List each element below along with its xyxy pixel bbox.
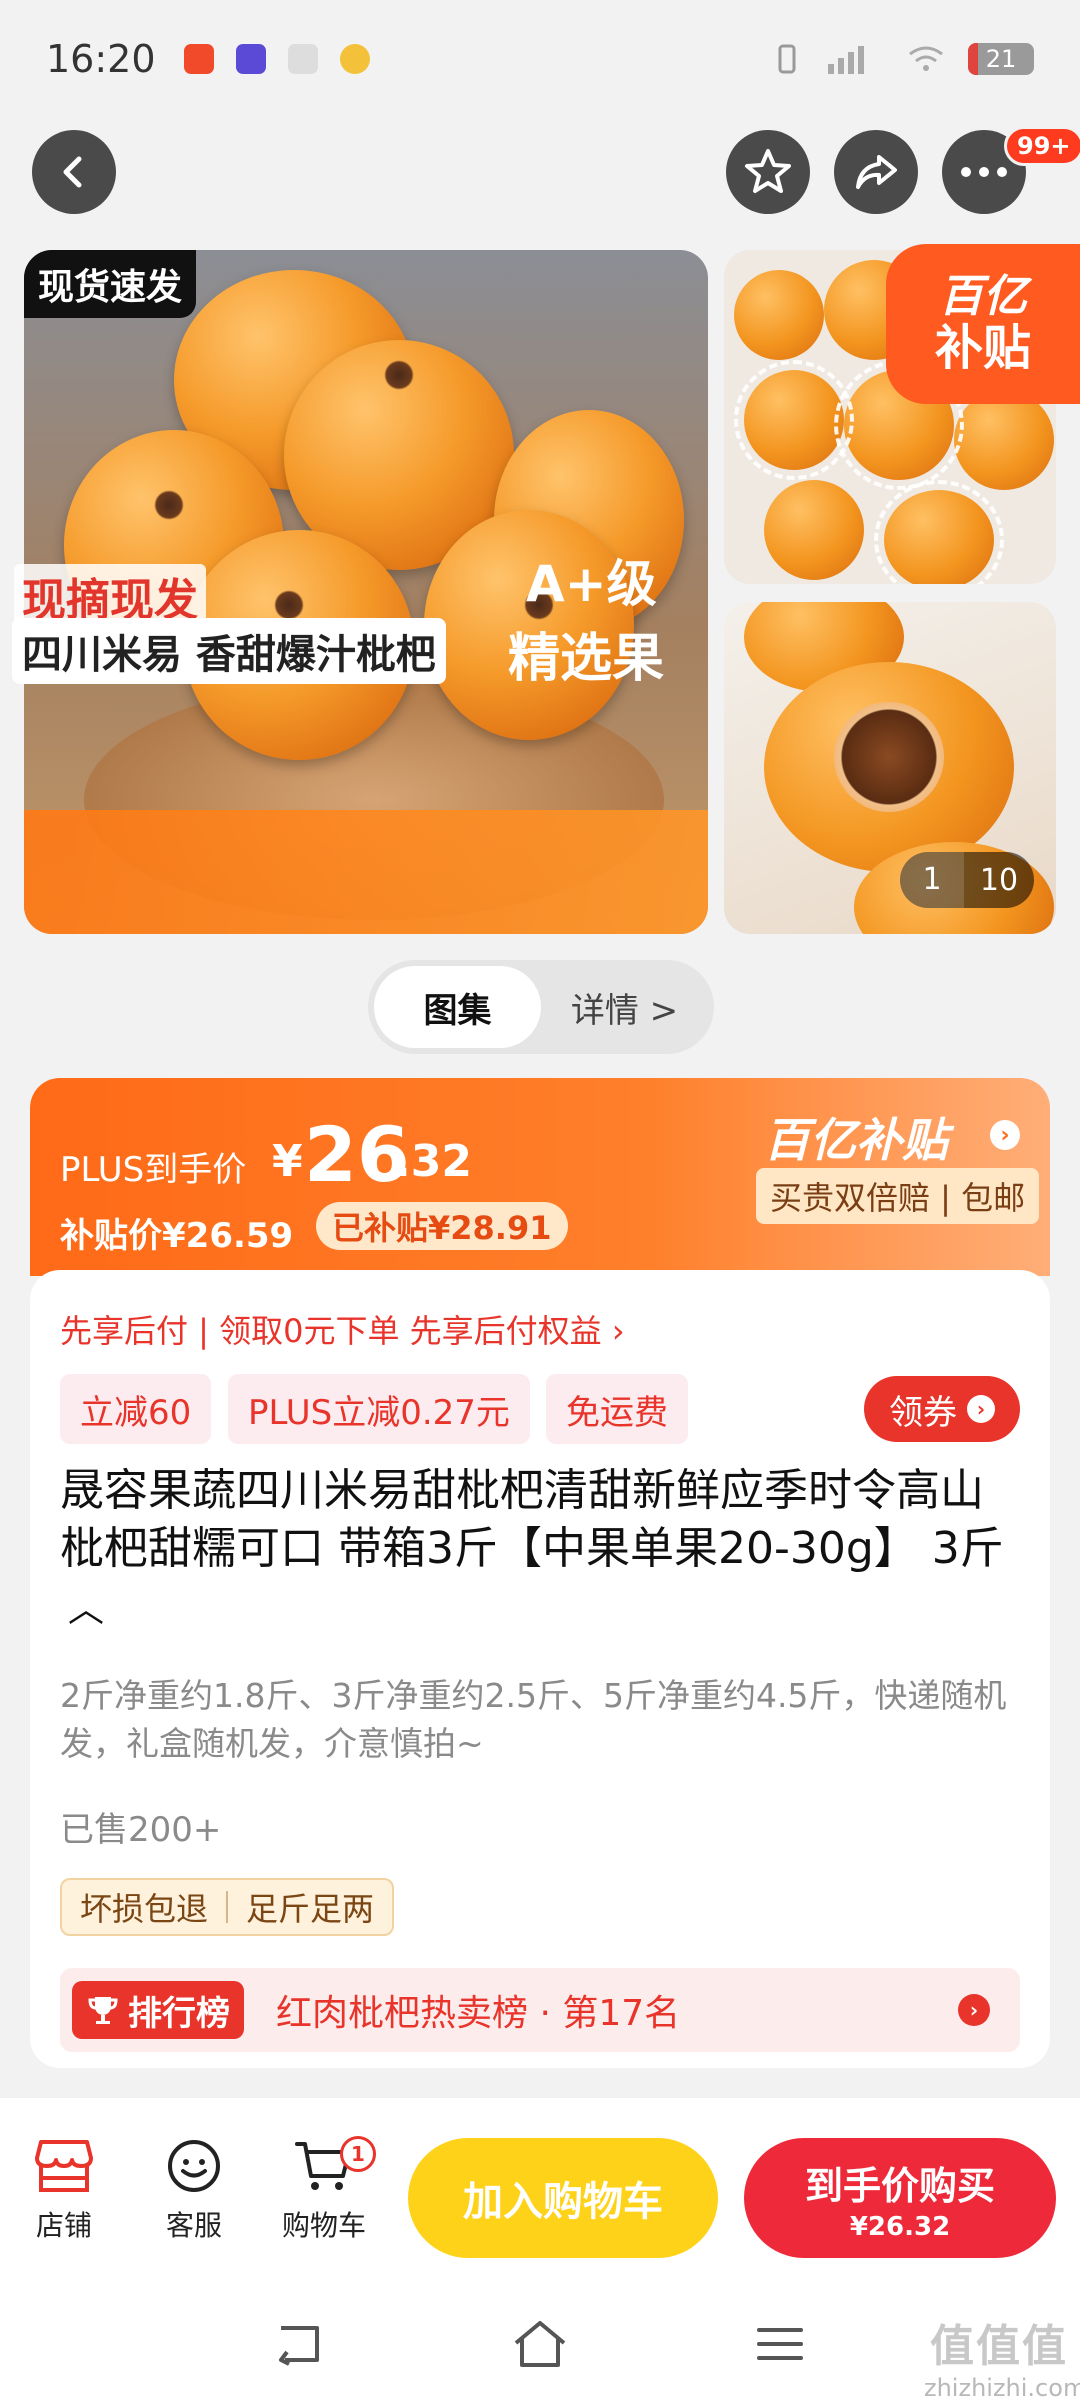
notification-app-icon [183, 44, 214, 74]
subsidy-corner-badge: 百亿 补贴 [886, 244, 1080, 404]
subsidy-corner-line2: 补贴 [934, 319, 1031, 376]
chevron-right-icon: › [958, 1994, 990, 2026]
buy-now-price: ¥26.32 [849, 2211, 951, 2242]
gallery-counter-total: 10 [979, 862, 1019, 898]
back-button[interactable] [32, 130, 116, 214]
ranking-tag-label: 排行榜 [128, 1993, 230, 2034]
subsidy-brand-logo[interactable]: 百亿补贴 [764, 1104, 948, 1170]
store-label: 店铺 [35, 2209, 92, 2242]
media-tabs: 图集 详情 > [368, 960, 714, 1054]
customer-service-label: 客服 [165, 2209, 222, 2242]
subsidy-guarantee-tags: 买贵双倍赔 | 包邮 [756, 1168, 1040, 1224]
pay-later-link[interactable]: 先享后付 | 领取0元下单 先享后付权益 › [60, 1306, 625, 1352]
product-title[interactable]: 晟容果蔬四川米易甜枇杷清甜新鲜应季时令高山枇杷甜糯可口 带箱3斤【中果单果20-… [60, 1462, 1026, 1639]
tab-gallery[interactable]: 图集 [374, 966, 541, 1048]
coupon-label: 领券 [889, 1392, 957, 1433]
chevron-right-icon[interactable]: › [990, 1120, 1020, 1150]
menu-icon [757, 2328, 803, 2360]
trophy-icon [88, 1997, 118, 2024]
watermark-logo: 值值值 [930, 2321, 1068, 2372]
buy-now-button[interactable]: 到手价购买 ¥26.32 [744, 2138, 1056, 2258]
price-currency: ¥ [272, 1136, 303, 1187]
tab-details[interactable]: 详情 > [541, 966, 708, 1048]
chevron-up-icon[interactable]: ︿ [68, 1581, 104, 1639]
ranking-tag: 排行榜 [72, 1981, 244, 2039]
product-description: 2斤净重约1.8斤、3斤净重约2.5斤、5斤净重约4.5斤，快递随机发，礼盒随机… [60, 1676, 1007, 1763]
signal-icon [828, 46, 864, 74]
plus-price-label: PLUS到手价 [60, 1150, 247, 1190]
battery-indicator: 21 [968, 43, 1034, 75]
subsidy-price: 补贴价¥26.59 [60, 1216, 294, 1256]
share-icon [856, 155, 897, 189]
more-dots-icon [961, 167, 1007, 177]
home-icon [514, 2321, 566, 2367]
vibrate-icon [778, 44, 796, 74]
add-to-cart-button[interactable]: 加入购物车 [408, 2138, 718, 2258]
buy-now-label: 到手价购买 [804, 2163, 995, 2208]
system-back-button[interactable] [258, 2304, 338, 2384]
notification-app-icon [235, 44, 266, 74]
in-stock-tag: 现货速发 [24, 250, 197, 318]
ranking-text: 红肉枇杷热卖榜 · 第17名 [276, 1993, 681, 2034]
status-indicators: 21 [772, 42, 1034, 76]
get-coupon-button[interactable]: 领券 › [864, 1376, 1020, 1442]
product-title-text: 晟容果蔬四川米易甜枇杷清甜新鲜应季时令高山枇杷甜糯可口 带箱3斤【中果单果20-… [60, 1465, 1004, 1574]
promo-tag-discount: 立减60 [60, 1374, 212, 1444]
guarantee-full-weight: 足斤足两 [246, 1890, 375, 1928]
origin-tag: 四川米易 香甜爆汁枇杷 [12, 618, 446, 684]
cart-label: 购物车 [281, 2209, 366, 2242]
gallery-banner [24, 810, 708, 934]
loquat-seed-illustration [834, 702, 944, 812]
star-icon [745, 149, 791, 193]
smile-chat-icon [168, 2140, 220, 2192]
system-back-icon [279, 2326, 319, 2366]
notification-app-icon [339, 44, 370, 74]
gallery-counter: 1 10 [900, 852, 1034, 908]
subsidized-amount-badge: 已补贴¥28.91 [316, 1202, 568, 1250]
status-bar: 16:20 21 [0, 0, 1080, 118]
service-guarantees[interactable]: 坏损包退 足斤足两 [60, 1878, 395, 1936]
share-button[interactable] [834, 130, 918, 214]
promo-tag-plus: PLUS立减0.27元 [228, 1374, 530, 1444]
promo-tag-free-shipping: 免运费 [546, 1374, 688, 1444]
guarantee-damage-return: 坏损包退 [80, 1890, 209, 1928]
store-button[interactable]: 店铺 [4, 2136, 124, 2244]
divider [226, 1891, 229, 1923]
sold-count: 已售200+ [60, 1810, 222, 1850]
chevron-right-icon: › [967, 1395, 995, 1423]
watermark-domain: zhizhizhi.com [924, 2374, 1080, 2400]
favorite-button[interactable] [726, 130, 810, 214]
store-icon [35, 2140, 93, 2192]
gallery-counter-current: 1 [900, 852, 964, 908]
site-watermark: 值值值 zhizhizhi.com [924, 2310, 1080, 2400]
ranking-bar[interactable]: 排行榜 红肉枇杷热卖榜 · 第17名 › [60, 1968, 1020, 2052]
system-menu-button[interactable] [740, 2304, 820, 2384]
notification-app-icon [287, 44, 318, 74]
wifi-icon [909, 46, 943, 71]
grade-tag: A+级 [526, 555, 657, 613]
message-count-badge: 99+ [1004, 126, 1080, 166]
customer-service-button[interactable]: 客服 [134, 2136, 254, 2244]
price-decimal: .32 [394, 1136, 472, 1187]
status-time: 16:20 [46, 37, 156, 81]
chevron-left-icon [63, 156, 82, 188]
subsidy-corner-line1: 百亿 [939, 271, 1027, 323]
system-home-button[interactable] [500, 2304, 580, 2384]
select-fruit-tag: 精选果 [508, 629, 665, 689]
cart-count-badge: 1 [340, 2136, 376, 2172]
